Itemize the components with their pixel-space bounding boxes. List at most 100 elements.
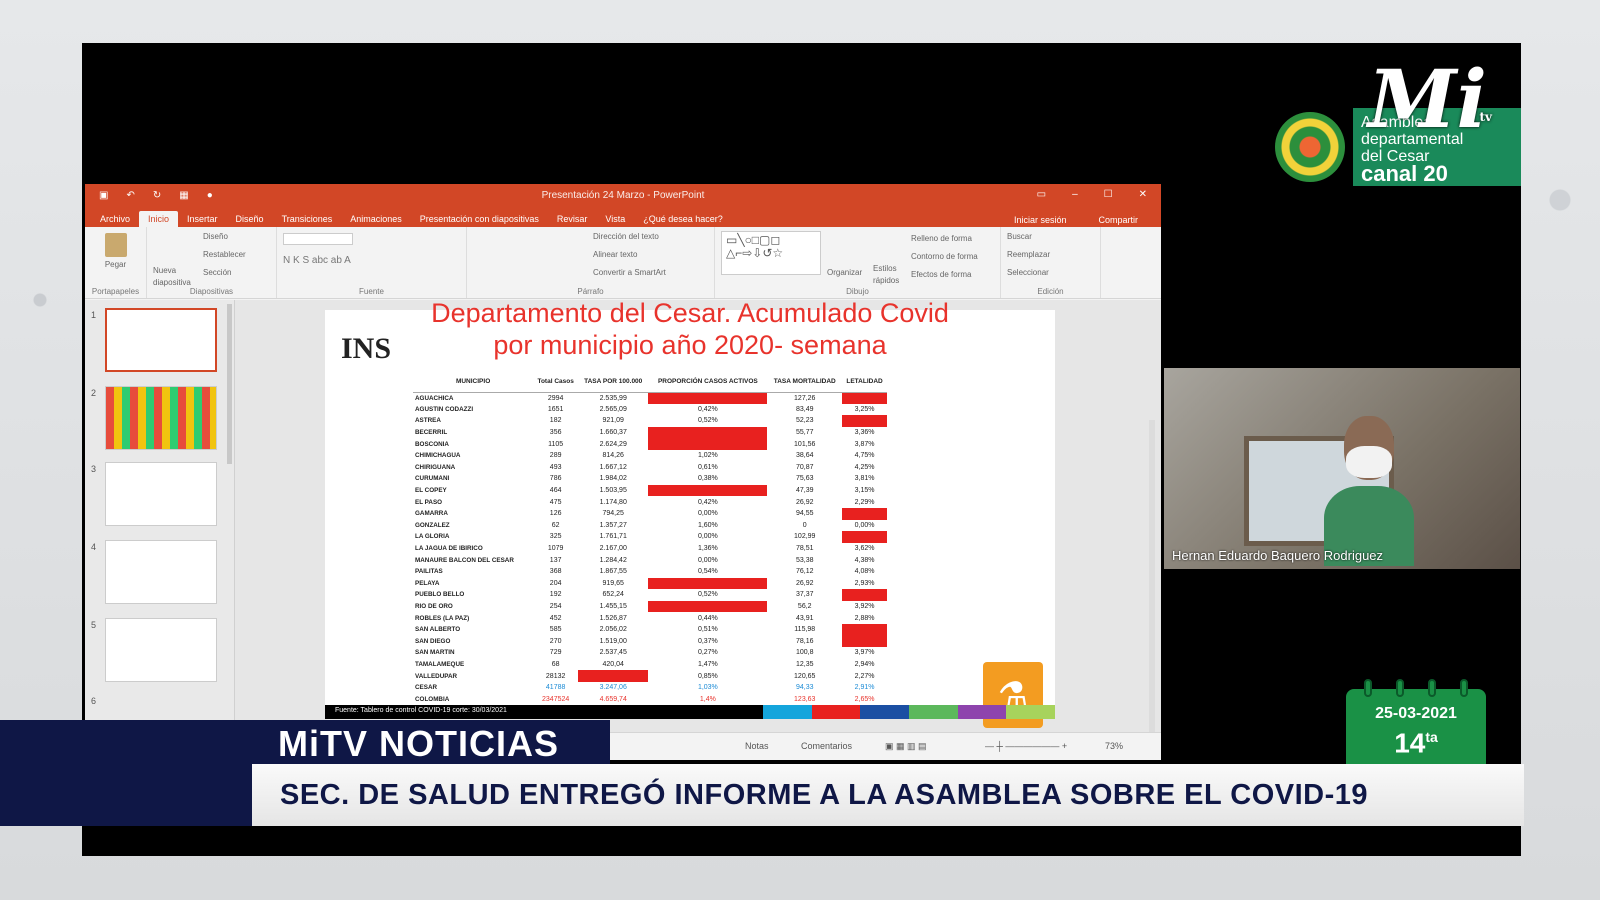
table-cell: 1.526,87 [599, 614, 627, 622]
slide-thumbnail-3[interactable] [105, 462, 217, 526]
slide-thumbnail-2[interactable] [105, 386, 217, 450]
table-row: COLOMBIA 2347524 4.659,74 1,4% 123,63 2,65% [413, 693, 887, 705]
table-cell: 192 [549, 591, 562, 599]
tab-animaciones[interactable]: Animaciones [341, 211, 411, 227]
thumb-number: 4 [91, 542, 97, 552]
tab-inicio[interactable]: Inicio [139, 211, 179, 227]
slide-thumbnail-4[interactable] [105, 540, 217, 604]
table-cell: 38,64 [795, 452, 814, 460]
table-cell: 4,25% [854, 463, 875, 471]
title-bar: ▣ ↶ ↻ ▦ ● Presentación 24 Marzo - PowerP… [85, 184, 1161, 209]
signin-link[interactable]: Iniciar sesión [1005, 212, 1076, 228]
table-row: ROBLES (LA PAZ) 452 1.526,87 0,44% 43,91 2,88… [413, 612, 887, 624]
align-text-button[interactable]: Alinear texto [593, 249, 708, 261]
table-row: BOSCONIA 1105 2.624,29 101,56 3,87% [413, 438, 887, 450]
table-cell: 28132 [545, 672, 566, 680]
table-cell: BECERRIL [415, 429, 448, 437]
tab-insertar[interactable]: Insertar [178, 211, 227, 227]
slide-scrollbar[interactable] [1149, 420, 1155, 760]
table-cell: 2.537,45 [599, 649, 627, 657]
group-fuente: N K S abc ab A Fuente [277, 227, 467, 298]
zoom-slider[interactable]: — ┼ —————— + [985, 741, 1067, 751]
table-cell: 1.357,27 [599, 521, 627, 529]
table-cell: 100,8 [795, 649, 814, 657]
table-cell: AGUACHICA [415, 394, 454, 402]
view-buttons[interactable]: ▣ ▦ ▥ ▤ [885, 741, 927, 752]
quick-styles-button[interactable]: Estilos rápidos [873, 263, 903, 287]
table-cell: 2,65% [854, 695, 875, 703]
minimize-icon[interactable]: – [1072, 189, 1078, 200]
calendar-badge: 25-03-2021 14ta [1346, 679, 1486, 765]
table-cell: 1,03% [697, 684, 718, 692]
table-cell: 0,37% [697, 637, 718, 645]
paste-icon[interactable] [104, 233, 127, 257]
reset-button[interactable]: Restablecer [203, 249, 270, 261]
table-cell: 2,88% [854, 614, 875, 622]
table-cell: 3,25% [854, 405, 875, 413]
table-cell: 1.503,95 [599, 487, 627, 495]
tab-transiciones[interactable]: Transiciones [273, 211, 342, 227]
table-row: SAN ALBERTO 585 2.056,02 0,51% 115,98 [413, 623, 887, 636]
table-cell: 2,27% [854, 672, 875, 680]
find-button[interactable]: Buscar [1007, 231, 1094, 243]
notes-button[interactable]: Notas [745, 741, 769, 751]
font-name-input[interactable] [283, 233, 353, 245]
table-cell: 78,51 [795, 545, 814, 553]
select-button[interactable]: Seleccionar [1007, 267, 1094, 279]
tab-vista[interactable]: Vista [596, 211, 634, 227]
shapes-gallery[interactable]: ▭╲○□▢◻ △⌐⇨⇩↺☆ [721, 231, 821, 275]
table-cell: 356 [549, 429, 562, 437]
table-cell: 2,91% [854, 684, 875, 692]
table-cell: 0,52% [697, 591, 718, 599]
comments-button[interactable]: Comentarios [801, 741, 852, 751]
text-direction-button[interactable]: Dirección del texto [593, 231, 708, 243]
slide-thumbnail-1[interactable] [105, 308, 217, 372]
table-cell [842, 507, 887, 520]
table-cell: 452 [549, 614, 562, 622]
paste-button[interactable]: Pegar [91, 259, 140, 271]
table-cell: EL PASO [415, 498, 443, 506]
tell-me-search[interactable]: ¿Qué desea hacer? [634, 211, 732, 227]
thumb-number: 6 [91, 696, 97, 706]
shape-fill-button[interactable]: Relleno de forma [911, 233, 972, 245]
group-label: Fuente [359, 287, 384, 296]
slide-thumbnail-5[interactable] [105, 618, 217, 682]
shape-effects-button[interactable]: Efectos de forma [911, 269, 971, 281]
table-row: TAMALAMEQUE 68 420,04 1,47% 12,35 2,94% [413, 659, 887, 671]
section-button[interactable]: Sección [203, 267, 270, 279]
table-cell: RIO DE ORO [415, 602, 453, 610]
tab-diseno[interactable]: Diseño [227, 211, 273, 227]
tab-archivo[interactable]: Archivo [91, 211, 139, 227]
arrange-button[interactable]: Organizar [827, 267, 862, 279]
group-label: Portapapeles [91, 287, 140, 296]
table-cell: 127,26 [794, 394, 816, 402]
table-cell: 0,44% [697, 614, 718, 622]
table-cell: 464 [549, 487, 562, 495]
thumbnails-scrollbar[interactable] [227, 304, 232, 464]
new-slide-button[interactable]: Nueva diapositiva [153, 265, 197, 289]
layout-button[interactable]: Diseño [203, 231, 270, 243]
table-cell: 2.535,99 [599, 394, 627, 402]
tab-revisar[interactable]: Revisar [548, 211, 597, 227]
ins-logo: INS [341, 332, 392, 365]
table-cell [648, 392, 768, 404]
share-button[interactable]: Compartir [1089, 212, 1147, 228]
color-bar-segment [909, 705, 958, 719]
close-icon[interactable]: ✕ [1139, 189, 1147, 200]
table-cell: 1079 [547, 545, 564, 553]
tab-presentacion[interactable]: Presentación con diapositivas [411, 211, 548, 227]
shape-outline-button[interactable]: Contorno de forma [911, 251, 978, 263]
replace-button[interactable]: Reemplazar [1007, 249, 1094, 261]
table-cell: 0,00% [697, 533, 718, 541]
table-cell: 0 [802, 521, 807, 529]
news-headline: SEC. DE SALUD ENTREGÓ INFORME A LA ASAMB… [252, 764, 1524, 826]
asamblea-seal-icon [1275, 112, 1345, 182]
covid-table: MUNICIPIO Total Casos TASA POR 100.000 PROP… [413, 372, 887, 705]
maximize-icon[interactable]: ☐ [1104, 189, 1113, 200]
font-format-buttons[interactable]: N K S abc ab A [283, 255, 460, 266]
ribbon-options-icon[interactable]: ▭ [1037, 189, 1046, 200]
table-cell: 475 [549, 498, 562, 506]
smartart-button[interactable]: Convertir a SmartArt [593, 267, 708, 279]
zoom-level[interactable]: 73% [1105, 741, 1123, 751]
calendar-rings [1364, 679, 1468, 697]
